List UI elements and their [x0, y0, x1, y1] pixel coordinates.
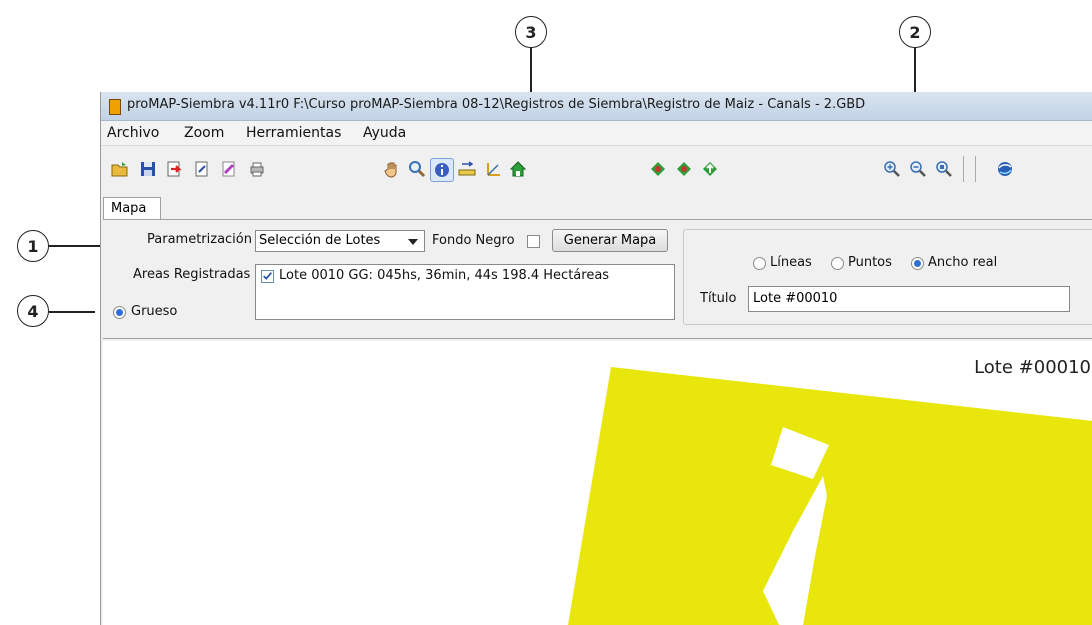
open-folder-icon[interactable]: [109, 158, 131, 180]
map-settings-panel: Parametrización Selección de Lotes Fondo…: [103, 219, 1092, 339]
menu-herramientas[interactable]: Herramientas: [246, 125, 341, 141]
map-canvas[interactable]: Lote #00010: [103, 341, 1092, 625]
field-polygon-layer: [568, 367, 1092, 625]
paint-icon[interactable]: [218, 158, 240, 180]
google-earth-icon[interactable]: [994, 158, 1016, 180]
chevron-down-icon: [408, 239, 418, 245]
menu-ayuda[interactable]: Ayuda: [363, 125, 406, 141]
grueso-label: Grueso: [131, 304, 178, 319]
app-window: proMAP-Siembra v4.11r0 F:\Curso proMAP-S…: [100, 92, 1092, 625]
generar-mapa-button[interactable]: Generar Mapa: [552, 229, 668, 252]
callout-4: 4: [17, 295, 49, 327]
areas-label: Areas Registradas: [133, 267, 251, 282]
window-title: proMAP-Siembra v4.11r0 F:\Curso proMAP-S…: [127, 97, 866, 112]
marker-icon[interactable]: [673, 158, 695, 180]
info-icon[interactable]: [430, 158, 454, 182]
zoom-out-icon[interactable]: [907, 158, 929, 180]
zoom-in-icon[interactable]: [881, 158, 903, 180]
export-icon[interactable]: [163, 158, 185, 180]
title-bar: proMAP-Siembra v4.11r0 F:\Curso proMAP-S…: [101, 92, 1092, 121]
param-label: Parametrización: [147, 232, 252, 247]
area-item-label: Lote 0010 GG: 045hs, 36min, 44s 198.4 He…: [279, 268, 610, 283]
axis-icon[interactable]: [482, 158, 504, 180]
tab-mapa[interactable]: Mapa: [103, 197, 161, 219]
print-icon[interactable]: [246, 158, 268, 180]
ancho-real-label: Ancho real: [928, 255, 998, 270]
lineas-label: Líneas: [770, 255, 812, 270]
callout-3: 3: [515, 16, 547, 48]
puntos-label: Puntos: [848, 255, 892, 270]
titulo-input[interactable]: Lote #00010: [748, 286, 1070, 312]
marker-icon[interactable]: [647, 158, 669, 180]
toolbar-separator: [975, 156, 976, 182]
fondo-negro-label: Fondo Negro: [432, 233, 515, 248]
field-polygon: [568, 367, 1092, 625]
home-icon[interactable]: [507, 158, 529, 180]
puntos-radio[interactable]: [831, 257, 844, 270]
toolbar-separator: [963, 156, 964, 182]
grueso-radio[interactable]: [113, 306, 126, 319]
hand-pan-icon[interactable]: [381, 158, 403, 180]
param-select-value: Selección de Lotes: [259, 233, 381, 248]
ancho-real-radio[interactable]: [911, 257, 924, 270]
menu-archivo[interactable]: Archivo: [107, 125, 159, 141]
areas-list[interactable]: Lote 0010 GG: 045hs, 36min, 44s 198.4 He…: [255, 264, 675, 320]
param-select[interactable]: Selección de Lotes: [255, 230, 425, 252]
menu-bar: Archivo Zoom Herramientas Ayuda: [101, 121, 1092, 146]
callout-2: 2: [899, 16, 931, 48]
callout-1: 1: [17, 230, 49, 262]
app-icon: [109, 99, 121, 115]
lineas-radio[interactable]: [753, 257, 766, 270]
menu-zoom[interactable]: Zoom: [184, 125, 224, 141]
measure-icon[interactable]: [456, 158, 478, 180]
area-item-checkbox[interactable]: [261, 270, 274, 283]
titulo-label: Título: [700, 291, 737, 306]
zoom-search-icon[interactable]: [406, 158, 428, 180]
toolbar: [101, 146, 1092, 194]
zoom-extent-icon[interactable]: [933, 158, 955, 180]
edit-icon[interactable]: [191, 158, 213, 180]
callout-4-line: [49, 311, 95, 313]
save-icon[interactable]: [137, 158, 159, 180]
marker-up-icon[interactable]: [699, 158, 721, 180]
check-icon: [263, 272, 272, 280]
fondo-negro-checkbox[interactable]: [527, 235, 540, 248]
